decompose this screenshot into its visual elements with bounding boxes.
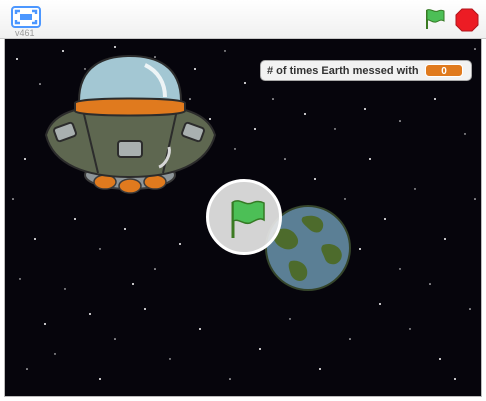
stop-icon[interactable] xyxy=(455,8,479,32)
green-flag-overlay[interactable] xyxy=(206,179,282,255)
stage[interactable]: # of times Earth messed with 0 xyxy=(4,39,482,397)
variable-monitor[interactable]: # of times Earth messed with 0 xyxy=(260,60,472,81)
monitor-label: # of times Earth messed with xyxy=(267,64,419,77)
player-toolbar: v461 xyxy=(0,0,486,39)
green-flag-icon xyxy=(231,200,265,238)
monitor-value: 0 xyxy=(425,64,463,77)
green-flag-icon[interactable] xyxy=(423,7,447,31)
ufo-sprite[interactable] xyxy=(43,55,218,200)
fullscreen-icon[interactable] xyxy=(11,6,41,28)
version-label: v461 xyxy=(15,28,35,38)
